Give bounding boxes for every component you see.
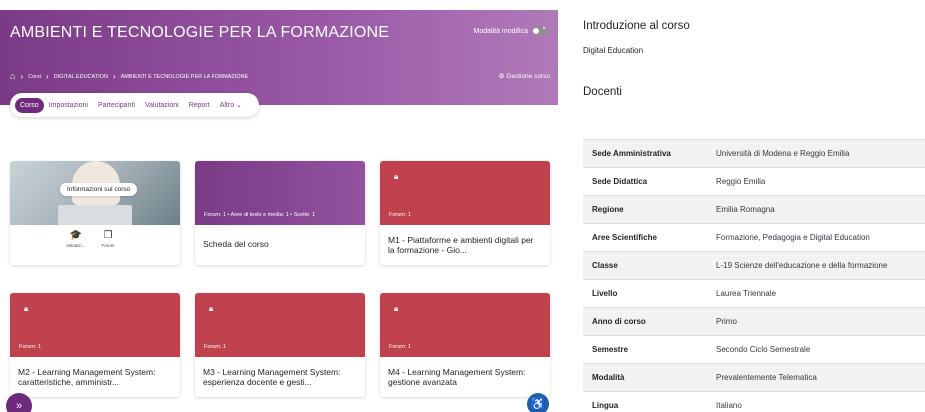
detail-key: Modalità — [583, 363, 707, 392]
breadcrumb-item-course[interactable]: AMBIENTI E TECNOLOGIE PER LA FORMAZIONE — [121, 74, 249, 80]
card-banner: 🔒︎ Forum: 1 — [380, 161, 550, 225]
table-row: Lingua Italiano — [583, 391, 925, 412]
detail-key: Livello — [583, 279, 707, 308]
card-title[interactable]: M2 - Learning Management System: caratte… — [10, 357, 180, 397]
close-icon: × — [542, 26, 546, 32]
teachers-heading: Docenti — [583, 86, 622, 98]
module-card-m1[interactable]: 🔒︎ Forum: 1 M1 - Piattaforme e ambienti … — [380, 161, 550, 265]
detail-key: Sede Amministrativa — [583, 139, 707, 168]
card-activity-summary: Forum: 1 • Aree di testo e media: 1 • Sc… — [204, 212, 316, 218]
accessibility-button[interactable]: ♿ — [527, 393, 549, 412]
card-banner: 🔒︎ Forum: 1 — [10, 293, 180, 357]
course-info-card[interactable]: Informazioni sul corso 🎓 Valutazi... ❐ F… — [10, 161, 180, 265]
breadcrumb: ⌂ › Corsi › DIGITAL EDUCATION › AMBIENTI… — [10, 72, 248, 81]
detail-value: Primo — [707, 307, 925, 336]
course-main: AMBIENTI E TECNOLOGIE PER LA FORMAZIONE … — [0, 0, 568, 412]
laptop-illustration — [58, 205, 132, 225]
detail-value: Italiano — [707, 391, 925, 412]
lock-icon: 🔒︎ — [209, 304, 214, 313]
detail-key: Aree Scientifiche — [583, 223, 707, 252]
table-row: Semestre Secondo Ciclo Semestrale — [583, 335, 925, 364]
table-row: Sede Amministrativa Università di Modena … — [583, 139, 925, 168]
card-title[interactable]: Scheda del corso — [195, 225, 365, 265]
detail-key: Lingua — [583, 391, 707, 412]
lock-icon: 🔒︎ — [394, 304, 399, 313]
detail-value: Università di Modena e Reggio Emilia — [707, 139, 925, 168]
detail-value: Emilia Romagna — [707, 195, 925, 224]
course-info-button[interactable]: Informazioni sul corso — [60, 183, 138, 196]
forum-icon: ❐ — [103, 230, 113, 241]
detail-value: Formazione, Pedagogia e Digital Educatio… — [707, 223, 925, 252]
tab-altro[interactable]: Altro ⌄ — [215, 97, 247, 113]
course-tabs: Corso Impostazioni Partecipanti Valutazi… — [10, 93, 259, 117]
table-row: Classe L-19 Scienze dell'educazione e del… — [583, 251, 925, 280]
course-sidebar: Introduzione al corso Digital Education … — [568, 0, 925, 412]
detail-key: Semestre — [583, 335, 707, 364]
detail-key: Anno di corso — [583, 307, 707, 336]
detail-key: Classe — [583, 251, 707, 280]
edit-mode-toggle[interactable]: × — [532, 26, 548, 35]
module-card-m2[interactable]: 🔒︎ Forum: 1 M2 - Learning Management Sys… — [10, 293, 180, 397]
tab-impostazioni[interactable]: Impostazioni — [44, 98, 93, 113]
card-title[interactable]: M1 - Piattaforme e ambienti digitali per… — [380, 225, 550, 265]
chevron-right-icon: › — [45, 71, 49, 81]
edit-mode-switch[interactable]: Modalità modifica × — [473, 26, 548, 35]
forum-link[interactable]: ❐ Forum — [101, 230, 115, 249]
course-header: AMBIENTI E TECNOLOGIE PER LA FORMAZIONE … — [0, 10, 558, 105]
graduation-cap-icon: 🎓 — [69, 230, 82, 241]
chevron-right-icon: › — [20, 71, 24, 81]
tab-partecipanti[interactable]: Partecipanti — [93, 98, 140, 113]
chevron-right-icon: › — [112, 71, 116, 81]
detail-value: Prevalentemente Telematica — [707, 363, 925, 392]
card-activity-summary: Forum: 1 — [19, 344, 42, 350]
detail-value: Laurea Triennale — [707, 279, 925, 308]
detail-value: Secondo Ciclo Semestrale — [707, 335, 925, 364]
lock-icon: 🔒︎ — [394, 172, 399, 181]
card-title[interactable]: M3 - Learning Management System: esperie… — [195, 357, 365, 397]
drawer-toggle-button[interactable]: » — [6, 393, 32, 412]
table-row: Aree Scientifiche Formazione, Pedagogia e… — [583, 223, 925, 252]
card-activity-summary: Forum: 1 — [389, 212, 412, 218]
home-icon[interactable]: ⌂ — [10, 72, 15, 81]
card-activity-icons: 🎓 Valutazi... ❐ Forum — [66, 230, 115, 249]
scheda-card[interactable]: Forum: 1 • Aree di testo e media: 1 • Sc… — [195, 161, 365, 265]
detail-value: Reggio Emilia — [707, 167, 925, 196]
lock-icon: 🔒︎ — [24, 304, 29, 313]
course-management-link[interactable]: ⚙ Gestione corso — [499, 72, 550, 80]
page-title: AMBIENTI E TECNOLOGIE PER LA FORMAZIONE — [10, 24, 390, 41]
detail-key: Sede Didattica — [583, 167, 707, 196]
table-row: Regione Emilia Romagna — [583, 195, 925, 224]
breadcrumb-item-corsi[interactable]: Corsi — [28, 74, 41, 80]
card-activity-summary: Forum: 1 — [389, 344, 412, 350]
grades-label: Valutazi... — [66, 243, 86, 248]
table-row: Sede Didattica Reggio Emilia — [583, 167, 925, 196]
detail-key: Regione — [583, 195, 707, 224]
grades-link[interactable]: 🎓 Valutazi... — [66, 230, 86, 249]
card-banner: Forum: 1 • Aree di testo e media: 1 • Sc… — [195, 161, 365, 225]
course-details-table: Sede Amministrativa Università di Modena … — [583, 139, 925, 412]
module-card-m4[interactable]: 🔒︎ Forum: 1 M4 - Learning Management Sys… — [380, 293, 550, 397]
edit-mode-label: Modalità modifica — [473, 27, 528, 35]
tab-corso[interactable]: Corso — [15, 97, 44, 113]
breadcrumb-item-category[interactable]: DIGITAL EDUCATION — [54, 74, 108, 80]
table-row: Livello Laurea Triennale — [583, 279, 925, 308]
table-row: Anno di corso Primo — [583, 307, 925, 336]
card-title[interactable]: M4 - Learning Management System: gestion… — [380, 357, 550, 397]
detail-value: L-19 Scienze dell'educazione e della for… — [707, 251, 925, 280]
course-info-image: Informazioni sul corso — [10, 161, 180, 225]
module-card-m3[interactable]: 🔒︎ Forum: 1 M3 - Learning Management Sys… — [195, 293, 365, 397]
card-banner: 🔒︎ Forum: 1 — [195, 293, 365, 357]
intro-text: Digital Education — [583, 46, 644, 55]
tab-valutazioni[interactable]: Valutazioni — [140, 98, 184, 113]
intro-heading: Introduzione al corso — [583, 20, 690, 32]
tab-report[interactable]: Report — [184, 98, 215, 113]
card-banner: 🔒︎ Forum: 1 — [380, 293, 550, 357]
forum-label: Forum — [101, 243, 115, 248]
card-activity-summary: Forum: 1 — [204, 344, 227, 350]
table-row: Modalità Prevalentemente Telematica — [583, 363, 925, 392]
